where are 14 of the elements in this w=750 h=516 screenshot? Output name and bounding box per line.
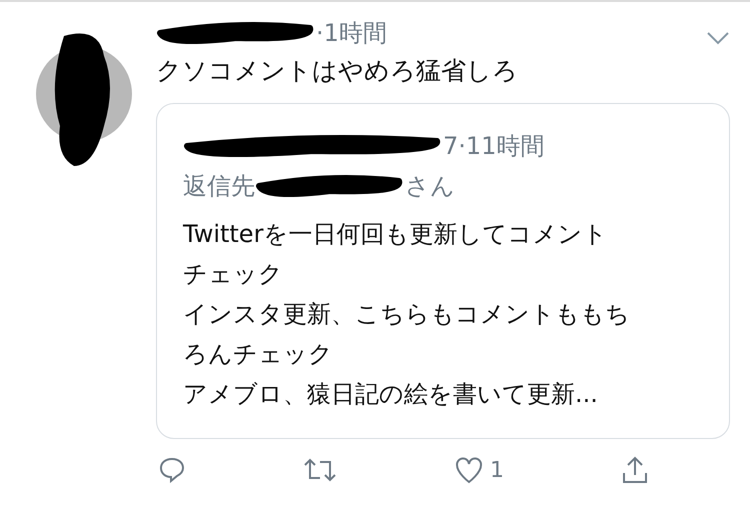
quoted-tweet-line: チェック (183, 259, 284, 290)
quoted-tweet-line: ろんチェック (183, 339, 334, 370)
like-button[interactable]: 1 (454, 456, 504, 484)
tweet-time: ·1時間 (316, 18, 387, 49)
reply-to-label: 返信先 (183, 171, 255, 202)
heart-icon (454, 456, 484, 484)
quoted-tweet-line: アメブロ、猿日記の絵を書いて更新... (183, 379, 599, 410)
quoted-tweet-time: 7·11時間 (443, 131, 544, 162)
tweet-text: クソコメントはやめろ猛省しろ (156, 55, 519, 87)
quoted-tweet-line: インスタ更新、こちらもコメントももち (183, 299, 631, 330)
chevron-down-icon[interactable] (706, 31, 730, 45)
quoted-tweet-line: Twitterを一日何回も更新してコメント (183, 219, 608, 250)
reply-to-suffix: さん (405, 171, 455, 202)
quoted-tweet-card[interactable]: 7·11時間 返信先 さん Twitterを一日何回も更新してコメント チェック インスタ更新、こちらもコメントももち ろんチェック アメブロ、猿日記の絵を書いて更新... (156, 103, 730, 439)
